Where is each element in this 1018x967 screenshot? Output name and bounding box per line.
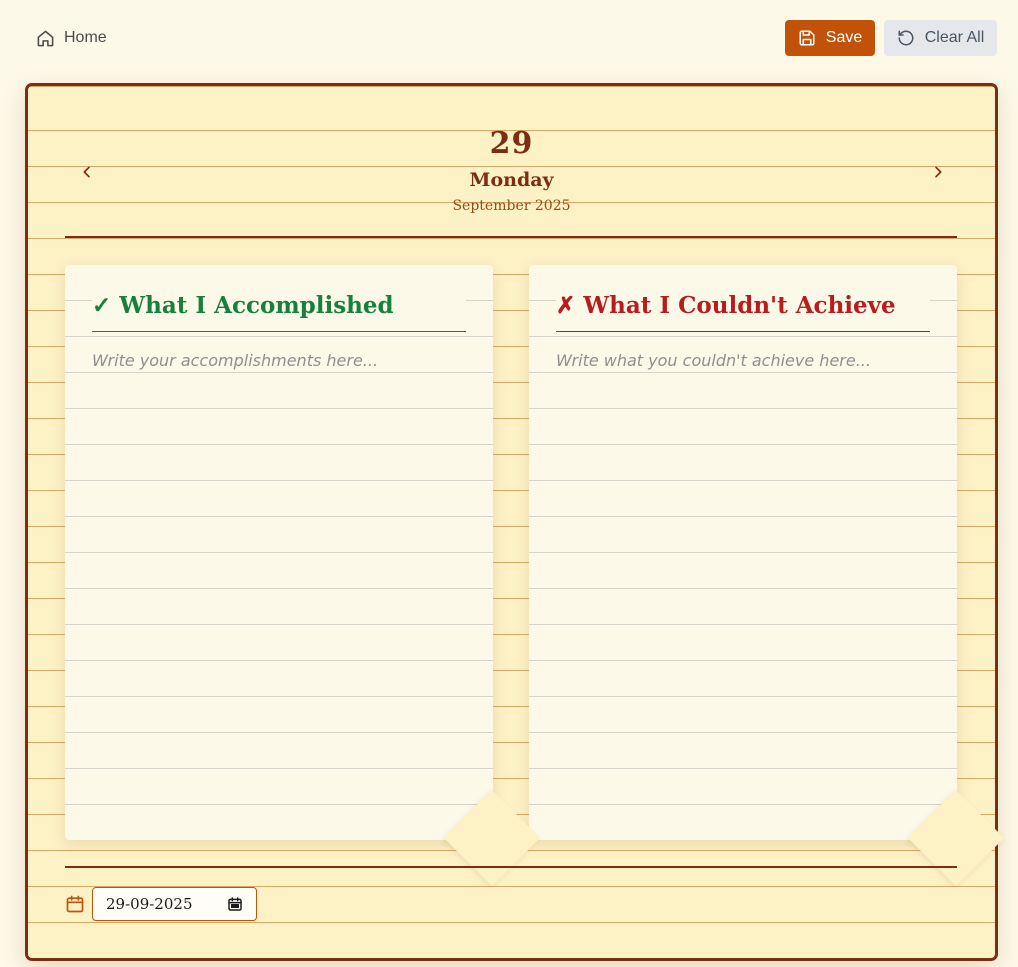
accomplished-card: ✓ What I Accomplished [65, 265, 493, 840]
date-value: 29-09-2025 [106, 895, 193, 913]
home-icon [37, 30, 54, 46]
not-achieved-card: ✗ What I Couldn't Achieve [529, 265, 957, 840]
weekday: Monday [469, 169, 554, 191]
rotate-ccw-icon [898, 30, 914, 46]
save-button[interactable]: Save [785, 20, 875, 56]
footer-divider [65, 866, 957, 868]
home-label: Home [64, 29, 107, 46]
not-achieved-title: ✗ What I Couldn't Achieve [556, 292, 930, 332]
diary-page: 29 Monday September 2025 ✓ What I Accomp… [25, 83, 1005, 961]
clear-all-label: Clear All [924, 29, 985, 46]
top-bar: Home Save Clear All [0, 0, 1018, 76]
save-label: Save [825, 29, 863, 46]
clear-all-button[interactable]: Clear All [884, 20, 997, 56]
accomplished-textarea[interactable] [92, 351, 466, 811]
not-achieved-textarea[interactable] [556, 351, 930, 811]
date-picker-input[interactable]: 29-09-2025 [92, 887, 257, 921]
home-link[interactable]: Home [36, 24, 107, 52]
accomplished-title: ✓ What I Accomplished [92, 292, 466, 332]
day-number: 29 [489, 126, 534, 161]
calendar-icon [66, 895, 84, 913]
calendar-picker-icon[interactable] [227, 896, 243, 912]
month-year: September 2025 [452, 198, 571, 214]
save-icon [799, 30, 815, 46]
header-divider [65, 236, 957, 238]
